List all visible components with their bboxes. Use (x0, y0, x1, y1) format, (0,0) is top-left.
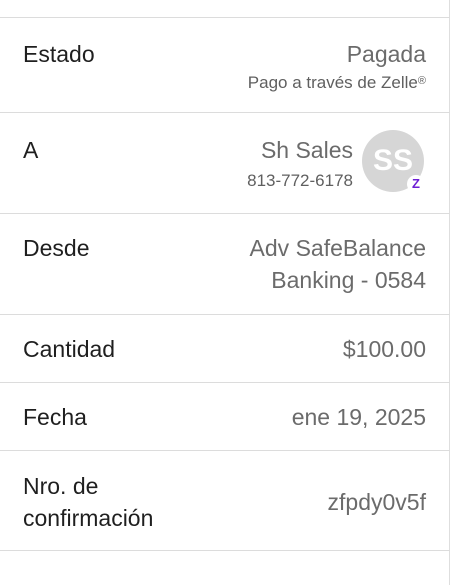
divider (0, 213, 450, 214)
status-value: Pagada (346, 41, 426, 67)
divider (0, 314, 450, 315)
divider (0, 17, 450, 18)
payment-method-text: Pago a través de Zelle® (248, 72, 426, 94)
payment-method-label: Pago a través de Zelle (247, 73, 418, 92)
divider (0, 450, 450, 451)
confirmation-label-line2: confirmación (23, 505, 154, 531)
recipient-name: Sh Sales (260, 137, 353, 163)
from-account: Adv SafeBalance Banking - 0584 (250, 232, 426, 296)
amount-value: $100.00 (342, 336, 426, 362)
payment-details: Estado Pagada Pago a través de Zelle® A … (0, 0, 450, 585)
zelle-z-icon: Z (407, 175, 425, 193)
confirmation-number: zfpdy0v5f (327, 489, 426, 515)
divider (0, 112, 450, 113)
confirmation-label: Nro. de confirmación (23, 470, 153, 534)
from-account-line2: Banking - 0584 (271, 267, 426, 293)
from-account-line1: Adv SafeBalance (249, 235, 426, 261)
recipient-phone: 813-772-6178 (247, 171, 353, 190)
divider (0, 382, 450, 383)
from-label: Desde (23, 235, 90, 261)
confirmation-label-line1: Nro. de (23, 473, 99, 499)
divider (0, 550, 450, 551)
date-label: Fecha (23, 404, 87, 430)
registered-mark: ® (417, 75, 426, 87)
date-value: ene 19, 2025 (291, 404, 426, 430)
status-label: Estado (23, 41, 95, 67)
amount-label: Cantidad (23, 336, 116, 362)
recipient-label: A (23, 137, 39, 163)
